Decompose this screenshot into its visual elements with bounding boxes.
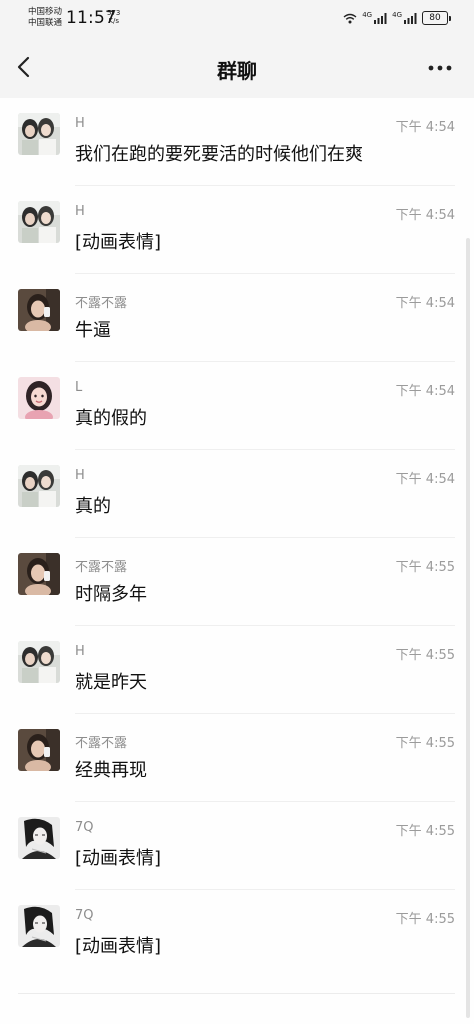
message-row[interactable]: 7Q 下午 4:55 [动画表情] [0, 802, 474, 890]
pink-portrait-avatar[interactable] [18, 377, 60, 419]
message-text: [动画表情] [75, 936, 162, 957]
title-bar: 群聊 [0, 36, 474, 98]
message-row[interactable]: H 下午 4:54 [动画表情] [0, 186, 474, 274]
more-dots-icon [428, 65, 452, 71]
carrier-names: 中国移动 中国联通 [28, 7, 62, 29]
list-end-divider [18, 993, 455, 994]
selfie-avatar[interactable] [18, 729, 60, 771]
girls-photo-avatar[interactable] [18, 465, 60, 507]
message-time: 下午 4:54 [395, 384, 455, 399]
carrier-1: 中国移动 [28, 7, 63, 17]
message-row[interactable]: 不露不露 下午 4:55 经典再现 [0, 714, 474, 802]
message-time: 下午 4:55 [395, 648, 455, 663]
sender-name: H [75, 204, 85, 219]
message-text: 牛逼 [75, 320, 111, 341]
wifi-icon [343, 9, 357, 28]
net-speed-unit: K/s [108, 17, 119, 25]
selfie-avatar[interactable] [18, 553, 60, 595]
battery-icon: 80 [422, 11, 451, 25]
message-time: 下午 4:55 [395, 912, 455, 927]
sender-name: L [75, 380, 83, 395]
signal-strength-icon [404, 9, 417, 28]
scrollbar[interactable] [466, 238, 470, 1018]
status-icons: 4G 4G 80 [343, 9, 451, 28]
message-row[interactable]: 不露不露 下午 4:54 牛逼 [0, 274, 474, 362]
girls-photo-avatar[interactable] [18, 113, 60, 155]
message-row[interactable]: H 下午 4:55 就是昨天 [0, 626, 474, 714]
message-time: 下午 4:54 [395, 472, 455, 487]
sender-name: H [75, 468, 85, 483]
message-time: 下午 4:55 [395, 824, 455, 839]
message-time: 下午 4:55 [395, 560, 455, 575]
message-row[interactable]: 不露不露 下午 4:55 时隔多年 [0, 538, 474, 626]
message-time: 下午 4:54 [395, 208, 455, 223]
message-row[interactable]: L 下午 4:54 真的假的 [0, 362, 474, 450]
sender-name: 7Q [75, 820, 94, 835]
more-options-button[interactable] [426, 58, 454, 78]
sender-name: 不露不露 [75, 296, 128, 311]
message-time: 下午 4:54 [395, 296, 455, 311]
page-title: 群聊 [217, 59, 257, 83]
girls-photo-avatar[interactable] [18, 201, 60, 243]
girls-photo-avatar[interactable] [18, 641, 60, 683]
sender-name: H [75, 116, 85, 131]
chat-message-list[interactable]: H 下午 4:54 我们在跑的要死要活的时候他们在爽 H 下午 4:54 [动画… [0, 98, 474, 1024]
message-row[interactable]: 7Q 下午 4:55 [动画表情] [0, 890, 474, 978]
message-text: 真的 [75, 496, 111, 517]
sender-name: 7Q [75, 908, 94, 923]
message-text: 时隔多年 [75, 584, 147, 605]
signal-strength-icon [374, 9, 387, 28]
sender-name: 不露不露 [75, 736, 128, 751]
net-speed-value: 573 [107, 9, 121, 17]
bw-sketch-avatar[interactable] [18, 817, 60, 859]
message-text: [动画表情] [75, 232, 162, 253]
bw-sketch-avatar[interactable] [18, 905, 60, 947]
net-speed: 573 K/s [107, 9, 120, 25]
message-time: 下午 4:54 [395, 120, 455, 135]
message-text: [动画表情] [75, 848, 162, 869]
message-text: 我们在跑的要死要活的时候他们在爽 [75, 144, 363, 165]
message-text: 就是昨天 [75, 672, 147, 693]
selfie-avatar[interactable] [18, 289, 60, 331]
sim1-network-label: 4G [362, 11, 373, 19]
sender-name: H [75, 644, 85, 659]
message-time: 下午 4:55 [395, 736, 455, 751]
message-text: 经典再现 [75, 760, 147, 781]
sender-name: 不露不露 [75, 560, 128, 575]
message-row[interactable]: H 下午 4:54 我们在跑的要死要活的时候他们在爽 [0, 98, 474, 186]
carrier-2: 中国联通 [28, 18, 63, 28]
message-row[interactable]: H 下午 4:54 真的 [0, 450, 474, 538]
sim2-network-label: 4G [392, 11, 402, 19]
message-text: 真的假的 [75, 408, 147, 429]
status-bar: 中国移动 中国联通 11:57 573 K/s 4G 4G 80 [0, 0, 474, 36]
